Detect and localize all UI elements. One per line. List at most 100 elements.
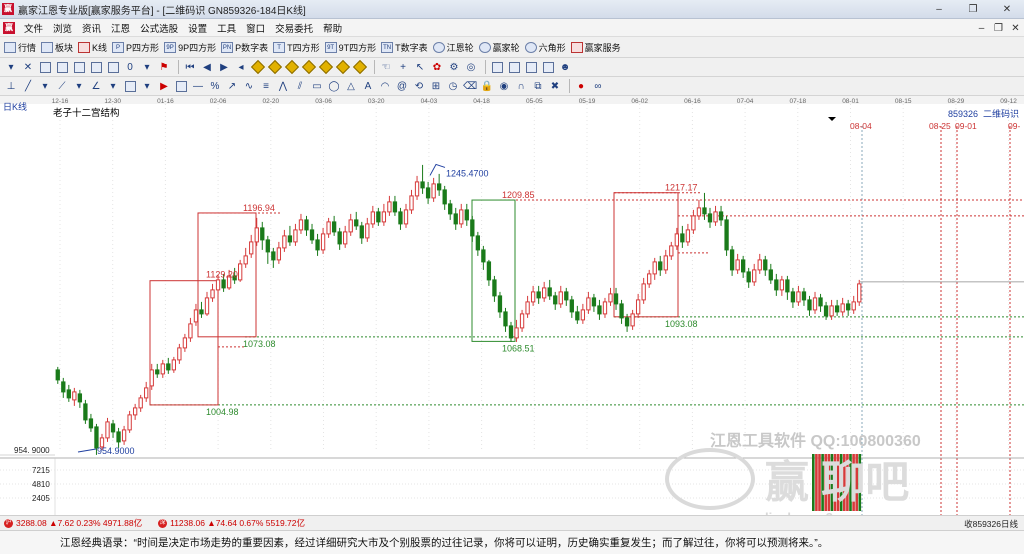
- gann-box[interactable]: [613, 192, 679, 318]
- left-icon[interactable]: ◂: [234, 60, 248, 74]
- doc-icon[interactable]: [106, 60, 120, 74]
- panel-icon[interactable]: [524, 60, 538, 74]
- lock-icon[interactable]: 🔒: [480, 79, 494, 93]
- dropdown-icon[interactable]: ▾: [106, 79, 120, 93]
- menu-window[interactable]: 窗口: [241, 21, 270, 35]
- toolbar-item-12[interactable]: 赢家服务: [570, 41, 621, 54]
- circle-icon[interactable]: ◎: [464, 60, 478, 74]
- first-icon[interactable]: ⏮: [183, 60, 197, 74]
- mdi-close-button[interactable]: ✕: [1007, 19, 1024, 37]
- eye-icon[interactable]: ◉: [497, 79, 511, 93]
- color-icon[interactable]: ●: [574, 79, 588, 93]
- index-sz[interactable]: 深 11238.06 ▲74.64 0.67% 5519.72亿: [158, 517, 305, 529]
- layers-icon[interactable]: [55, 60, 69, 74]
- diamond-icon[interactable]: [267, 59, 283, 75]
- flag-icon[interactable]: ▶: [157, 79, 171, 93]
- close-button[interactable]: ✕: [990, 0, 1024, 19]
- menu-gann[interactable]: 江恩: [106, 21, 135, 35]
- toolbar-item-8[interactable]: TN T数字表: [381, 41, 428, 54]
- people-icon[interactable]: ☻: [558, 60, 572, 74]
- toolbar-item-10[interactable]: 赢家轮: [478, 41, 520, 54]
- percent-icon[interactable]: %: [208, 79, 222, 93]
- cross-icon[interactable]: ✕: [21, 60, 35, 74]
- rect-icon[interactable]: ▭: [310, 79, 324, 93]
- menu-trade[interactable]: 交易委托: [270, 21, 318, 35]
- cycle-icon[interactable]: ⟲: [412, 79, 426, 93]
- toolbar-item-7[interactable]: 9T 9T四方形: [324, 41, 376, 54]
- ruler-icon[interactable]: ⊥: [4, 79, 18, 93]
- toolbar-item-6[interactable]: T T四方形: [273, 41, 320, 54]
- menu-tools[interactable]: 工具: [212, 21, 241, 35]
- toolbar-item-4[interactable]: 9P 9P四方形: [164, 41, 216, 54]
- toolbar-item-11[interactable]: 六角形: [524, 41, 566, 54]
- window-icon[interactable]: [507, 60, 521, 74]
- toolbar-item-2[interactable]: K线: [78, 41, 107, 54]
- trend-line-icon[interactable]: ╱: [21, 79, 35, 93]
- save-icon[interactable]: [490, 60, 504, 74]
- menu-info[interactable]: 资讯: [77, 21, 106, 35]
- infinity-icon[interactable]: ∞: [591, 79, 605, 93]
- menu-file[interactable]: 文件: [19, 21, 48, 35]
- angle-icon[interactable]: ∠: [89, 79, 103, 93]
- prev-icon[interactable]: ◀: [200, 60, 214, 74]
- diamond-icon[interactable]: [335, 59, 351, 75]
- square-icon[interactable]: [123, 79, 137, 93]
- triangle-icon[interactable]: △: [344, 79, 358, 93]
- pointer-icon[interactable]: ↖: [413, 60, 427, 74]
- crosshair-icon[interactable]: +: [396, 60, 410, 74]
- toggle-icon[interactable]: [541, 60, 555, 74]
- maximize-button[interactable]: ❐: [956, 0, 990, 19]
- ellipse-icon[interactable]: ◯: [327, 79, 341, 93]
- toolbar-item-5[interactable]: PN P数字表: [221, 41, 268, 54]
- delete-icon[interactable]: ✖: [548, 79, 562, 93]
- grid-lines-icon[interactable]: ⊞: [429, 79, 443, 93]
- grid-icon[interactable]: [38, 60, 52, 74]
- line-icon[interactable]: —: [191, 79, 205, 93]
- diamond-icon[interactable]: [284, 59, 300, 75]
- time-icon[interactable]: ◷: [446, 79, 460, 93]
- arc-icon[interactable]: ◠: [378, 79, 392, 93]
- diamond-icon[interactable]: [352, 59, 368, 75]
- box-icon[interactable]: [174, 79, 188, 93]
- gear-icon[interactable]: ⚙: [447, 60, 461, 74]
- menu-browse[interactable]: 浏览: [48, 21, 77, 35]
- text-icon[interactable]: A: [361, 79, 375, 93]
- toolbar-item-1[interactable]: 板块: [41, 41, 73, 54]
- menu-settings[interactable]: 设置: [183, 21, 212, 35]
- diamond-icon[interactable]: [318, 59, 334, 75]
- mdi-minimize-button[interactable]: –: [973, 19, 990, 37]
- dropdown-icon[interactable]: ▾: [140, 60, 154, 74]
- dropdown-icon[interactable]: ▾: [140, 79, 154, 93]
- diamond-icon[interactable]: [301, 59, 317, 75]
- index-sh[interactable]: 沪 3288.08 ▲7.62 0.23% 4971.88亿: [4, 517, 142, 529]
- fan-icon[interactable]: ⟋: [55, 79, 69, 93]
- wave-icon[interactable]: ∿: [242, 79, 256, 93]
- menu-help[interactable]: 帮助: [318, 21, 347, 35]
- mdi-restore-button[interactable]: ❐: [990, 19, 1007, 37]
- eraser-icon[interactable]: ⌫: [463, 79, 477, 93]
- toolbar-item-9[interactable]: 江恩轮: [432, 41, 474, 54]
- dropdown-icon[interactable]: ▾: [38, 79, 52, 93]
- zero-icon[interactable]: 0: [123, 60, 137, 74]
- mountain-icon[interactable]: ⋀: [276, 79, 290, 93]
- magnet-icon[interactable]: ∩: [514, 79, 528, 93]
- flag-icon[interactable]: ⚑: [157, 60, 171, 74]
- spiral-icon[interactable]: @: [395, 79, 409, 93]
- next-icon[interactable]: ▶: [217, 60, 231, 74]
- hand-icon[interactable]: ☜: [379, 60, 393, 74]
- toolbar-item-3[interactable]: P P四方形: [112, 41, 159, 54]
- fibonacci-icon[interactable]: ≡: [259, 79, 273, 93]
- gann-box[interactable]: [471, 199, 516, 342]
- arrow-icon[interactable]: ↗: [225, 79, 239, 93]
- gift-icon[interactable]: ✿: [430, 60, 444, 74]
- copy-icon[interactable]: ⧉: [531, 79, 545, 93]
- menu-formula[interactable]: 公式选股: [135, 21, 183, 35]
- toolbar-item-0[interactable]: 行情: [4, 41, 36, 54]
- diamond-icon[interactable]: [250, 59, 266, 75]
- dropdown-icon[interactable]: ▾: [72, 79, 86, 93]
- chevron-down-icon[interactable]: [828, 117, 836, 121]
- channel-icon[interactable]: ⫽: [293, 79, 307, 93]
- chart-icon[interactable]: [72, 60, 86, 74]
- lines-icon[interactable]: [89, 60, 103, 74]
- minimize-button[interactable]: –: [922, 0, 956, 19]
